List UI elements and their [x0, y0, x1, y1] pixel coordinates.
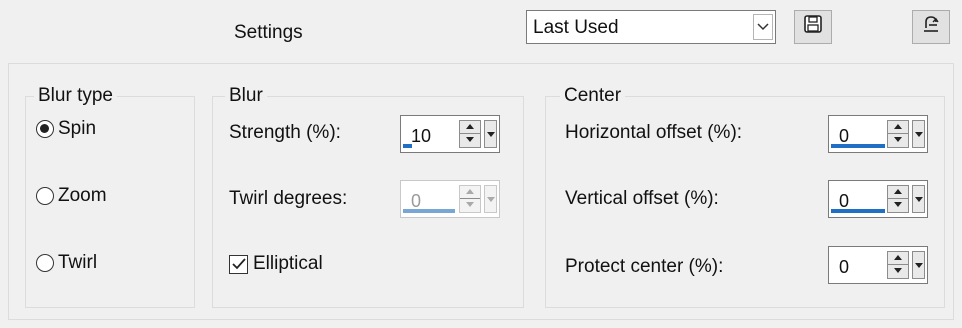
- twirl-degrees-bar: [403, 209, 455, 213]
- protect-center-spinner[interactable]: 0: [828, 246, 928, 284]
- elliptical-label: Elliptical: [253, 253, 323, 274]
- radio-spin-label: Spin: [58, 118, 97, 139]
- chevron-down-icon[interactable]: [753, 14, 773, 40]
- protect-slider-popup-button[interactable]: [912, 251, 925, 279]
- v-offset-down-arrow-icon[interactable]: [888, 199, 908, 212]
- vertical-offset-stepper[interactable]: [887, 185, 909, 213]
- radio-zoom[interactable]: Zoom: [36, 185, 107, 207]
- preset-select-value: Last Used: [533, 17, 619, 38]
- elliptical-checkbox[interactable]: Elliptical: [229, 253, 323, 275]
- v-offset-slider-popup-button[interactable]: [912, 185, 925, 213]
- twirl-up-arrow-icon: [460, 186, 480, 199]
- strength-value[interactable]: 10: [411, 126, 431, 147]
- radio-spin[interactable]: Spin: [36, 118, 96, 140]
- strength-level-bar: [403, 144, 412, 148]
- blur-type-title: Blur type: [34, 85, 117, 107]
- blur-title: Blur: [225, 85, 267, 107]
- reset-default-button[interactable]: [912, 10, 950, 44]
- twirl-slider-popup-button: [484, 185, 497, 213]
- vertical-offset-bar: [831, 209, 885, 213]
- strength-spinner[interactable]: 10: [400, 115, 500, 153]
- protect-down-arrow-icon[interactable]: [888, 265, 908, 278]
- twirl-down-arrow-icon: [460, 199, 480, 212]
- vertical-offset-spinner[interactable]: 0: [828, 180, 928, 218]
- radio-zoom-indicator[interactable]: [36, 187, 54, 205]
- horizontal-offset-spinner[interactable]: 0: [828, 115, 928, 153]
- floppy-disk-icon: [803, 14, 823, 40]
- horizontal-offset-label: Horizontal offset (%):: [565, 122, 743, 143]
- radio-spin-indicator[interactable]: [36, 120, 54, 138]
- radio-twirl-indicator[interactable]: [36, 254, 54, 272]
- twirl-degrees-spinner: 0: [400, 180, 500, 218]
- center-title: Center: [560, 85, 626, 107]
- h-offset-down-arrow-icon[interactable]: [888, 134, 908, 147]
- twirl-degrees-stepper: [459, 185, 481, 213]
- strength-label: Strength (%):: [229, 122, 341, 143]
- checkmark-icon: [231, 258, 246, 270]
- strength-down-arrow-icon[interactable]: [460, 134, 480, 147]
- save-preset-button[interactable]: [794, 10, 832, 44]
- elliptical-check-indicator[interactable]: [229, 254, 248, 274]
- protect-up-arrow-icon[interactable]: [888, 252, 908, 265]
- vertical-offset-label: Vertical offset (%):: [565, 188, 719, 209]
- settings-label: Settings: [234, 22, 303, 43]
- horizontal-offset-bar: [831, 144, 885, 148]
- radio-zoom-label: Zoom: [58, 185, 107, 206]
- protect-center-value[interactable]: 0: [839, 257, 849, 278]
- radio-twirl[interactable]: Twirl: [36, 252, 97, 274]
- v-offset-up-arrow-icon[interactable]: [888, 186, 908, 199]
- radio-twirl-label: Twirl: [58, 252, 98, 273]
- strength-up-arrow-icon[interactable]: [460, 121, 480, 134]
- h-offset-slider-popup-button[interactable]: [912, 120, 925, 148]
- protect-center-stepper[interactable]: [887, 251, 909, 279]
- strength-stepper[interactable]: [459, 120, 481, 148]
- preset-select[interactable]: Last Used: [526, 10, 776, 44]
- reset-default-icon: [920, 13, 942, 41]
- protect-center-label: Protect center (%):: [565, 256, 724, 277]
- horizontal-offset-stepper[interactable]: [887, 120, 909, 148]
- strength-slider-popup-button[interactable]: [484, 120, 497, 148]
- twirl-degrees-label: Twirl degrees:: [229, 188, 348, 209]
- h-offset-up-arrow-icon[interactable]: [888, 121, 908, 134]
